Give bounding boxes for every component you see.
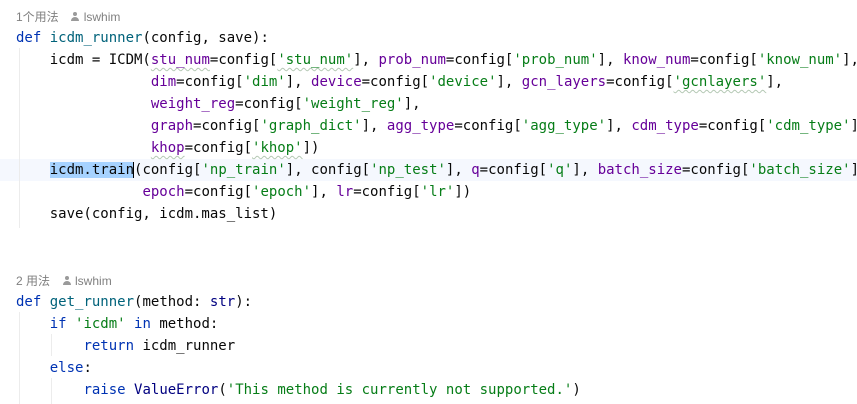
code-line[interactable]: if 'icdm' in method: (16, 313, 219, 335)
string-literal: 'np_train' (201, 162, 286, 178)
code-text: (method: (134, 294, 210, 310)
string-literal: 'cdm_type' (766, 118, 851, 134)
string-literal: 'q' (547, 162, 573, 178)
function-name: get_runner (49, 294, 135, 310)
string-literal: 'np_test' (370, 162, 446, 178)
kwarg-name: dim (150, 74, 177, 90)
author-hint: lswhim (71, 8, 121, 26)
keyword-def: def (16, 30, 42, 46)
code-line[interactable]: epoch=config['epoch'], lr=config['lr']) (16, 181, 471, 203)
keyword-else: else (49, 360, 84, 376)
kwarg-name: know_num (622, 52, 691, 68)
kwarg-name: lr (336, 184, 354, 200)
author-hint: lswhim (62, 272, 112, 290)
code-line[interactable]: save(config, icdm.mas_list) (16, 203, 278, 225)
code-text: ): (235, 294, 253, 310)
code-line[interactable]: icdm.train(config['np_train'], config['n… (16, 159, 857, 181)
string-literal: 'epoch' (252, 184, 312, 200)
code-text: save(config, icdm.mas_list) (49, 206, 278, 222)
type-annotation: str (209, 294, 236, 310)
string-literal: 'lr' (420, 184, 455, 200)
code-text: method: (150, 316, 219, 332)
string-literal: 'icdm' (75, 316, 126, 332)
keyword-if: if (49, 316, 67, 332)
keyword-in: in (134, 316, 151, 332)
keyword-return: return (83, 338, 135, 354)
code-editor[interactable]: 1个用法 lswhim def icdm_runner(config, save… (0, 0, 857, 404)
exception-class: ValueError (134, 382, 219, 398)
kwarg-name: cdm_type (631, 118, 699, 134)
code-line[interactable]: raise ValueError('This method is current… (16, 379, 580, 401)
user-icon (71, 12, 80, 22)
usage-hint[interactable]: 1个用法 lswhim (16, 8, 120, 26)
usage-count[interactable]: 2 用法 (16, 272, 50, 290)
string-literal: 'This method is currently not supported.… (226, 382, 573, 398)
code-line[interactable]: def get_runner(method: str): (16, 291, 252, 313)
code-line[interactable]: khop=config['khop']) (16, 137, 320, 159)
kwarg-name: q (471, 162, 480, 178)
keyword-raise: raise (83, 382, 126, 398)
kwarg-name: agg_type (386, 118, 455, 134)
kwarg-name: batch_size (597, 162, 682, 178)
kwarg-name: epoch (142, 184, 185, 200)
kwarg-name: stu_num (150, 52, 210, 68)
function-signature: (config, save): (142, 30, 269, 46)
kwarg-name: device (311, 74, 362, 90)
string-literal: 'device' (429, 74, 497, 90)
code-line[interactable]: def icdm_runner(config, save): (16, 27, 269, 49)
kwarg-name: weight_reg (150, 96, 236, 112)
string-literal: 'stu_num' (277, 52, 354, 68)
usage-count[interactable]: 1个用法 (16, 8, 59, 26)
string-literal: 'batch_size' (749, 162, 851, 178)
code-line[interactable]: return icdm_runner (16, 335, 235, 357)
code-line[interactable]: else: (16, 357, 92, 379)
kwarg-name: graph (150, 118, 194, 134)
selected-text[interactable]: icdm.train (49, 162, 135, 178)
author-name: lswhim (83, 10, 121, 24)
user-icon (62, 276, 71, 286)
kwarg-name: prob_num (378, 52, 446, 68)
code-text: icdm_runner (134, 338, 236, 354)
string-literal: 'gcnlayers' (673, 74, 767, 90)
string-literal: 'know_num' (757, 52, 843, 68)
kwarg-name: gcn_layers (521, 74, 607, 90)
code-text: icdm = ICDM( (49, 52, 151, 68)
usage-hint[interactable]: 2 用法 lswhim (16, 272, 112, 290)
string-literal: 'weight_reg' (302, 96, 404, 112)
function-name: icdm_runner (49, 30, 143, 46)
text-caret: ( (133, 162, 143, 178)
string-literal: 'dim' (243, 74, 286, 90)
code-line[interactable]: dim=config['dim'], device=config['device… (16, 71, 783, 93)
kwarg-name: khop (150, 140, 185, 156)
string-literal: 'khop' (252, 140, 303, 156)
keyword-def: def (16, 294, 42, 310)
string-literal: 'graph_dict' (260, 118, 362, 134)
string-literal: 'prob_num' (513, 52, 598, 68)
code-line[interactable]: graph=config['graph_dict'], agg_type=con… (16, 115, 857, 137)
code-line[interactable]: icdm = ICDM(stu_num=config['stu_num'], p… (16, 49, 857, 71)
string-literal: 'agg_type' (521, 118, 607, 134)
author-name: lswhim (75, 274, 112, 288)
code-line[interactable]: weight_reg=config['weight_reg'], (16, 93, 421, 115)
